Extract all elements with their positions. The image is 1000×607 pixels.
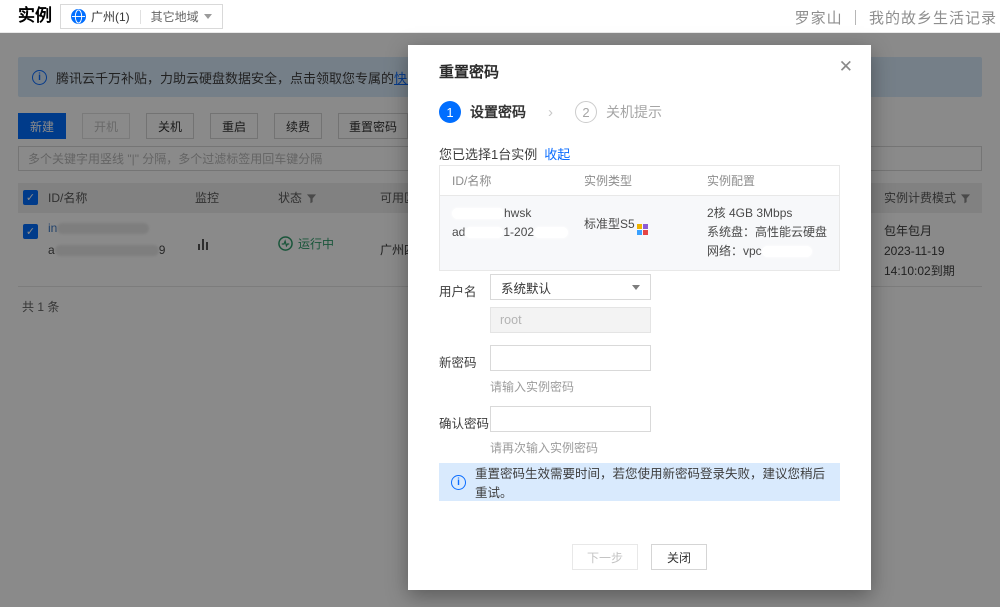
- console-page: 实例 广州(1) 其它地域 罗家山 ｜ 我的故乡生活记录 i 腾讯云千万补贴，力…: [0, 0, 1000, 607]
- username-field-wrap: [490, 307, 651, 333]
- region-label: 广州(1): [91, 10, 130, 24]
- modal-title: 重置密码: [439, 64, 500, 81]
- config-disk: 系统盘：高性能云硬盘: [707, 225, 828, 239]
- new-password-hint: 请输入实例密码: [490, 380, 575, 394]
- step-1-circle: 1: [439, 101, 461, 123]
- redaction: [534, 227, 569, 239]
- selected-instance-id: hwsk ad 1-202: [440, 204, 582, 261]
- new-password-field-wrap: [490, 345, 651, 371]
- selected-table-header: ID/名称 实例类型 实例配置: [440, 166, 839, 196]
- username-field: [491, 308, 650, 332]
- reset-password-modal: 重置密码 ✕ 1 设置密码 › 2 关机提示 您已选择1台实例 收起 ID/名称 …: [408, 45, 871, 590]
- confirm-password-field[interactable]: [491, 407, 650, 431]
- globe-icon: [71, 9, 86, 24]
- selected-instance-config: 2核 4GB 3Mbps 系统盘：高性能云硬盘 网络：vpc: [707, 204, 839, 261]
- page-title: 实例: [18, 6, 52, 25]
- confirm-password-hint: 请再次输入实例密码: [490, 441, 599, 455]
- step-1-label: 设置密码: [470, 104, 526, 120]
- confirm-password-label: 确认密码: [439, 417, 490, 431]
- next-step-button: 下一步: [572, 544, 638, 570]
- step-2-label: 关机提示: [606, 104, 662, 120]
- config-cpu-mem: 2核 4GB 3Mbps: [707, 206, 793, 220]
- selected-instance-type: 标准型S5: [582, 204, 707, 261]
- reset-notice-banner: i 重置密码生效需要时间，若您使用新密码登录失败，建议您稍后重试。: [439, 463, 840, 501]
- chevron-down-icon: [203, 14, 212, 19]
- step-indicator: 1 设置密码 › 2 关机提示: [439, 101, 662, 123]
- username-select[interactable]: 系统默认: [490, 274, 651, 300]
- new-password-field[interactable]: [491, 346, 650, 370]
- col-id-name: ID/名称: [452, 174, 492, 188]
- chevron-down-icon: [632, 284, 640, 290]
- redaction: [452, 208, 504, 220]
- close-icon[interactable]: ✕: [839, 58, 853, 75]
- selected-instances-table: ID/名称 实例类型 实例配置 hwsk ad 1-202 标准型S5 2核 4G…: [439, 165, 840, 271]
- col-instance-type: 实例类型: [584, 174, 633, 188]
- current-region[interactable]: 广州(1): [71, 8, 130, 25]
- instance-name-fragment: ad: [452, 225, 466, 239]
- chevron-right-icon: ›: [548, 103, 553, 121]
- instance-type-text: 标准型S5: [584, 217, 635, 231]
- selection-note-text: 您已选择1台实例: [439, 147, 538, 162]
- redaction: [761, 246, 812, 258]
- username-select-value: 系统默认: [501, 281, 552, 296]
- region-selector: 广州(1) 其它地域: [60, 4, 223, 29]
- info-icon: i: [451, 474, 466, 490]
- top-bar: 实例 广州(1) 其它地域 罗家山 ｜ 我的故乡生活记录: [0, 0, 1000, 33]
- instance-id-fragment: hwsk: [504, 206, 532, 220]
- watermark-text: 罗家山 ｜ 我的故乡生活记录: [794, 10, 997, 27]
- col-instance-config: 实例配置: [707, 174, 756, 188]
- redaction: [465, 227, 504, 239]
- instance-type-icon: [636, 224, 648, 235]
- reset-notice-text: 重置密码生效需要时间，若您使用新密码登录失败，建议您稍后重试。: [475, 467, 826, 500]
- confirm-password-field-wrap: [490, 406, 651, 432]
- new-password-label: 新密码: [439, 356, 477, 370]
- selection-note: 您已选择1台实例 收起: [439, 144, 570, 163]
- step-2-circle: 2: [575, 101, 597, 123]
- other-regions-dropdown[interactable]: 其它地域: [151, 8, 212, 25]
- config-network-fragment: 网络：vpc: [707, 244, 762, 258]
- close-button[interactable]: 关闭: [651, 544, 707, 570]
- collapse-link[interactable]: 收起: [544, 147, 570, 162]
- instance-name-fragment2: 1-202: [503, 225, 535, 239]
- other-regions-label: 其它地域: [150, 10, 199, 24]
- divider: [139, 9, 141, 24]
- selected-instance-row: hwsk ad 1-202 标准型S5 2核 4GB 3Mbps 系统盘：高性能云…: [440, 196, 839, 270]
- modal-footer: 下一步 关闭: [408, 544, 871, 570]
- username-label: 用户名: [439, 285, 477, 299]
